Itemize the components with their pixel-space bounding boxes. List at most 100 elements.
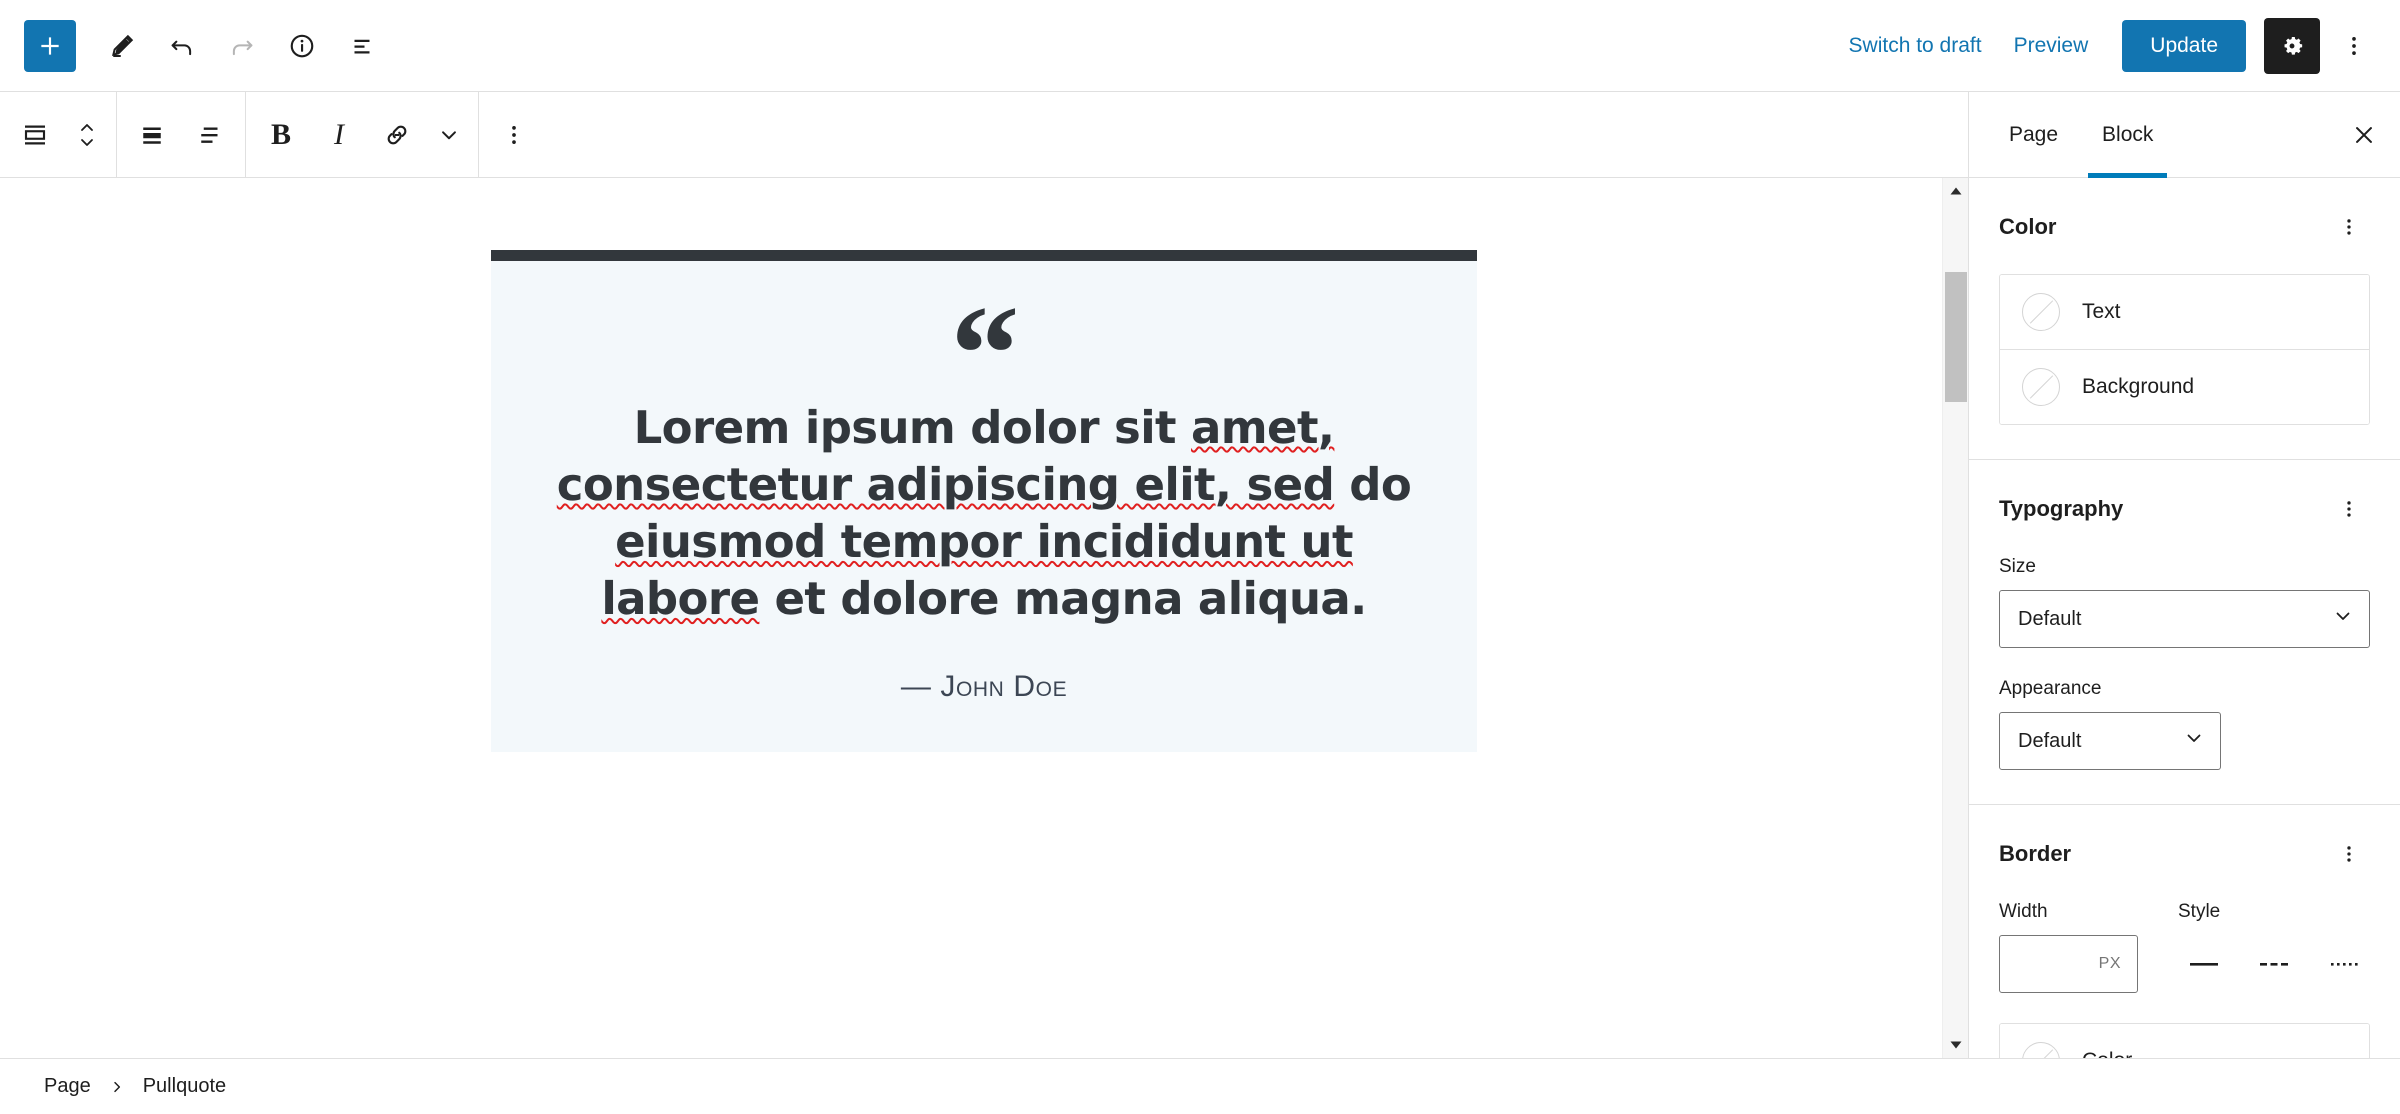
bold-button[interactable]: B (252, 106, 310, 164)
header-left-tools (24, 18, 390, 74)
editor-column: B I “ Lorem ipsum dolor sit amet, consec… (0, 92, 1968, 1058)
list-view-icon[interactable] (334, 18, 390, 74)
preview-button[interactable]: Preview (1998, 22, 2105, 70)
block-toolbar-group-align (117, 92, 246, 177)
pullquote-citation[interactable]: — John Doe (531, 670, 1437, 704)
settings-sidebar: Page Block Color Text Background Typogra… (1968, 92, 2400, 1058)
scrollbar-down-arrow-icon[interactable] (1943, 1032, 1969, 1058)
panel-typography-title: Typography (1999, 496, 2124, 521)
color-row-text[interactable]: Text (2000, 275, 2369, 349)
editor-body: B I “ Lorem ipsum dolor sit amet, consec… (0, 92, 2400, 1058)
text-color-swatch-none-icon (2022, 293, 2060, 331)
font-size-control: Size Default (1999, 556, 2370, 648)
panel-color-header: Color (1999, 206, 2370, 248)
tab-page[interactable]: Page (1987, 92, 2080, 177)
details-info-icon[interactable] (274, 18, 330, 74)
color-row-label: Text (2082, 300, 2121, 323)
pullquote-block[interactable]: “ Lorem ipsum dolor sit amet, consectetu… (491, 250, 1477, 752)
canvas-scrollbar[interactable] (1942, 178, 1968, 1058)
block-breadcrumb: Page Pullquote (0, 1058, 2400, 1114)
align-center-icon[interactable] (123, 106, 181, 164)
border-color-swatch-none-icon (2022, 1042, 2060, 1058)
update-button[interactable]: Update (2122, 19, 2246, 72)
block-toolbar: B I (0, 92, 1968, 178)
block-toolbar-group-format: B I (246, 92, 479, 177)
border-style-label: Style (2178, 901, 2221, 922)
pullquote-line: Lorem ipsum dolor sit amet, (633, 401, 1335, 454)
pullquote-line: labore et dolore magna aliqua. (601, 572, 1367, 626)
border-width-style-row: Width PX Style (1999, 901, 2370, 993)
pullquote-text[interactable]: Lorem ipsum dolor sit amet, consectetur … (531, 399, 1437, 628)
border-width-input[interactable]: PX (1999, 935, 2138, 993)
header-right-actions: Switch to draft Preview Update (1833, 17, 2382, 74)
panel-typography: Typography Size Default Appearance Defau… (1969, 460, 2400, 805)
breadcrumb-item-pullquote[interactable]: Pullquote (129, 1069, 240, 1104)
font-size-label: Size (1999, 556, 2036, 577)
font-size-select[interactable]: Default (1999, 590, 2370, 648)
breadcrumb-item-page[interactable]: Page (30, 1069, 105, 1104)
editor-canvas[interactable]: “ Lorem ipsum dolor sit amet, consectetu… (0, 178, 1968, 1058)
italic-label: I (334, 117, 344, 151)
panel-color-title: Color (1999, 214, 2057, 239)
block-options-kebab-icon[interactable] (485, 106, 543, 164)
border-width-label: Width (1999, 901, 2048, 922)
bold-label: B (270, 117, 291, 151)
header-options-kebab-icon[interactable] (2326, 18, 2382, 74)
panel-border-header: Border (1999, 833, 2370, 875)
add-block-button[interactable] (24, 19, 76, 72)
pullquote-line: consectetur adipiscing elit, sed (556, 458, 1335, 512)
chevron-down-icon (2331, 604, 2355, 634)
italic-button[interactable]: I (310, 106, 368, 164)
panel-color-options-kebab-icon[interactable] (2328, 206, 2370, 248)
breadcrumb-separator-icon (109, 1079, 125, 1095)
panel-typography-options-kebab-icon[interactable] (2328, 488, 2370, 530)
sidebar-tabs: Page Block (1969, 92, 2400, 178)
redo-icon[interactable] (214, 18, 270, 74)
switch-to-draft-button[interactable]: Switch to draft (1833, 22, 1998, 70)
background-color-swatch-none-icon (2022, 368, 2060, 406)
link-icon[interactable] (368, 106, 426, 164)
border-style-buttons (2178, 935, 2370, 993)
tab-block[interactable]: Block (2080, 92, 2175, 178)
border-style-dotted-icon[interactable] (2318, 938, 2370, 990)
font-size-select-wrap: Default (1999, 590, 2370, 648)
scrollbar-track[interactable] (1943, 204, 1969, 1032)
color-row-background[interactable]: Background (2000, 349, 2369, 424)
color-row-label: Color (2082, 1049, 2132, 1058)
border-color-list: Color (1999, 1023, 2370, 1058)
undo-icon[interactable] (154, 18, 210, 74)
panel-border-title: Border (1999, 841, 2072, 866)
scrollbar-up-arrow-icon[interactable] (1943, 178, 1969, 204)
appearance-control: Appearance Default (1999, 678, 2370, 770)
border-style-dashed-icon[interactable] (2248, 938, 2300, 990)
color-row-border[interactable]: Color (2000, 1024, 2369, 1058)
appearance-select[interactable]: Default (1999, 712, 2221, 770)
border-style-control: Style (2178, 901, 2370, 993)
border-width-control: Width PX (1999, 901, 2138, 993)
panel-border-options-kebab-icon[interactable] (2328, 833, 2370, 875)
pullquote-block-icon[interactable] (6, 106, 64, 164)
settings-gear-icon[interactable] (2264, 17, 2320, 74)
panel-typography-header: Typography (1999, 488, 2370, 530)
scrollbar-thumb[interactable] (1944, 272, 1967, 402)
move-up-down-icon[interactable] (64, 106, 110, 164)
quote-mark-icon: “ (950, 295, 1020, 399)
editor-header: Switch to draft Preview Update (0, 0, 2400, 92)
chevron-down-icon (2182, 726, 2206, 756)
text-align-left-icon[interactable] (181, 106, 239, 164)
color-options-list: Text Background (1999, 274, 2370, 425)
more-rich-text-chevron-down-icon[interactable] (426, 106, 472, 164)
block-toolbar-group-options (479, 92, 549, 177)
panel-color: Color Text Background (1969, 178, 2400, 460)
appearance-label: Appearance (1999, 678, 2102, 699)
sidebar-panels: Color Text Background Typography Size De… (1969, 178, 2400, 1058)
canvas-content: “ Lorem ipsum dolor sit amet, consectetu… (0, 178, 1968, 752)
appearance-value: Default (2018, 729, 2082, 752)
tools-pencil-icon[interactable] (94, 18, 150, 74)
font-size-value: Default (2018, 607, 2082, 630)
block-toolbar-group-block (0, 92, 117, 177)
editor-app: Switch to draft Preview Update B I “ Lor… (0, 0, 2400, 1114)
close-sidebar-icon[interactable] (2336, 92, 2392, 177)
color-row-label: Background (2082, 375, 2195, 398)
border-style-solid-icon[interactable] (2178, 938, 2230, 990)
